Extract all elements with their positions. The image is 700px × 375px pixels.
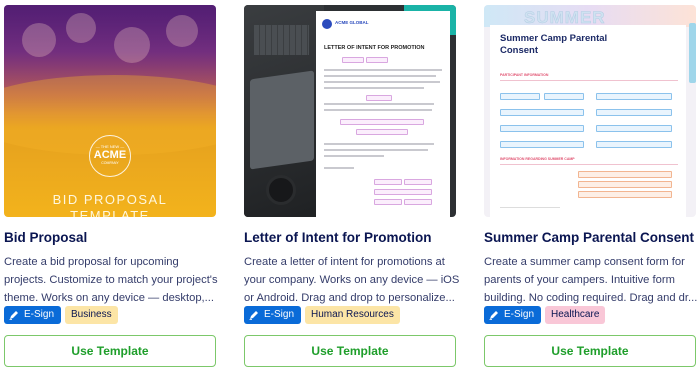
keyboard-shape [254, 25, 309, 55]
form-title: Summer Camp Parental [500, 33, 608, 44]
form-input [578, 171, 672, 178]
name-field [342, 57, 364, 63]
template-title[interactable]: Letter of Intent for Promotion [244, 230, 431, 245]
text-line [324, 155, 384, 157]
text-line [324, 109, 432, 111]
person-shape [22, 23, 56, 57]
template-title[interactable]: Summer Camp Parental Consent [484, 230, 694, 245]
form-input [596, 125, 672, 132]
form-input [500, 125, 584, 132]
person-shape [66, 13, 96, 43]
form-input [578, 181, 672, 188]
signature-field [374, 189, 432, 195]
use-template-button[interactable]: Use Template [484, 335, 696, 367]
form-input [596, 109, 672, 116]
esign-label: E-Sign [504, 309, 535, 320]
form-input [596, 141, 672, 148]
text-line [324, 103, 434, 105]
position-field [366, 95, 392, 101]
logo-name-text: ACME [93, 149, 127, 161]
use-template-button[interactable]: Use Template [4, 335, 216, 367]
category-badge[interactable]: Healthcare [545, 306, 606, 324]
template-description: Create a letter of intent for promotions… [244, 256, 460, 304]
text-line [324, 75, 436, 77]
category-badge[interactable]: Human Resources [305, 306, 400, 324]
laptop-shape [250, 70, 314, 170]
coffee-cup-shape [266, 175, 296, 205]
template-thumbnail[interactable]: SUMMER Summer Camp Parental Consent PART… [484, 5, 696, 217]
consent-form-document: Summer Camp Parental Consent PARTICIPANT… [490, 25, 686, 217]
text-line [324, 69, 442, 71]
section-rule [500, 80, 678, 81]
form-title-2: Consent [500, 45, 538, 56]
form-input [500, 93, 540, 100]
esign-label: E-Sign [264, 309, 295, 320]
template-thumbnail[interactable]: ACME GLOBAL LETTER OF INTENT FOR PROMOTI… [244, 5, 456, 217]
pen-icon [9, 311, 18, 320]
acme-logo-icon [322, 19, 332, 29]
text-line [324, 81, 440, 83]
text-line [324, 167, 354, 169]
use-template-button[interactable]: Use Template [244, 335, 456, 367]
signature-field [374, 199, 402, 205]
pen-icon [489, 311, 498, 320]
badge-row: E-Sign Business [4, 306, 118, 324]
signature-field [374, 179, 402, 185]
person-shape [166, 15, 198, 47]
badge-row: E-Sign Healthcare [484, 306, 606, 324]
achievement-field [340, 119, 424, 125]
category-badge[interactable]: Business [65, 306, 118, 324]
esign-label: E-Sign [24, 309, 55, 320]
text-line [324, 143, 434, 145]
pen-icon [249, 311, 258, 320]
esign-badge: E-Sign [244, 306, 302, 324]
side-decoration [689, 23, 696, 83]
section-heading: PARTICIPANT INFORMATION [500, 73, 549, 77]
brand-text: ACME GLOBAL [335, 20, 369, 25]
form-input [578, 191, 672, 198]
section-heading: INFORMATION REGARDING SUMMER CAMP [500, 157, 575, 161]
form-input [500, 141, 584, 148]
template-description: Create a bid proposal for upcoming proje… [4, 256, 218, 304]
form-input [544, 93, 584, 100]
signature-field [404, 179, 432, 185]
text-line [324, 87, 424, 89]
logo-sub-text: COMPANY [101, 161, 119, 165]
form-input [500, 109, 584, 116]
template-card-summer-camp-consent[interactable]: SUMMER Summer Camp Parental Consent PART… [484, 0, 700, 375]
template-description: Create a summer camp consent form for pa… [484, 256, 698, 304]
badge-row: E-Sign Human Resources [244, 306, 400, 324]
thumbnail-heading: BID PROPOSAL [52, 192, 168, 207]
letter-document: ACME GLOBAL LETTER OF INTENT FOR PROMOTI… [316, 11, 450, 217]
person-shape [114, 27, 150, 63]
text-line [500, 207, 560, 208]
esign-badge: E-Sign [4, 306, 62, 324]
template-card-bid-proposal[interactable]: — THE NEW — ACME COMPANY BID PROPOSAL TE… [4, 0, 237, 375]
form-input [596, 93, 672, 100]
template-thumbnail[interactable]: — THE NEW — ACME COMPANY BID PROPOSAL TE… [4, 5, 216, 217]
section-rule [500, 164, 678, 165]
achievement-field [356, 129, 408, 135]
esign-badge: E-Sign [484, 306, 542, 324]
template-card-letter-of-intent[interactable]: ACME GLOBAL LETTER OF INTENT FOR PROMOTI… [244, 0, 477, 375]
template-title[interactable]: Bid Proposal [4, 230, 87, 245]
acme-logo: — THE NEW — ACME COMPANY [89, 135, 131, 177]
signature-field [404, 199, 432, 205]
thumbnail-heading-2: TEMPLATE [70, 208, 150, 217]
document-title: LETTER OF INTENT FOR PROMOTION [324, 45, 425, 51]
text-line [324, 149, 428, 151]
name-field [366, 57, 388, 63]
